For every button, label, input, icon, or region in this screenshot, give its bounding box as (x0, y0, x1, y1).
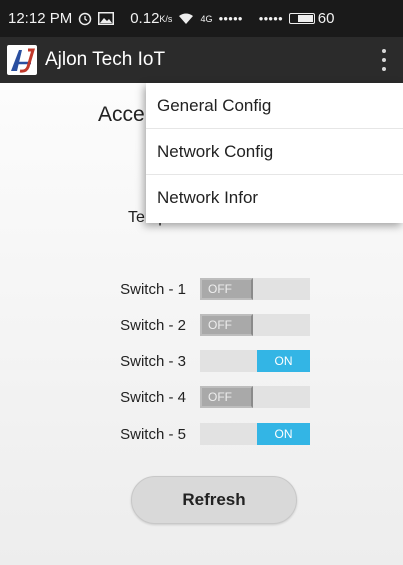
app-title: Ajlon Tech IoT (45, 49, 166, 70)
network-type: 4G (200, 13, 213, 24)
app-bar: Ajlon Tech IoT (0, 37, 403, 83)
switch-row-2: Switch - 2 OFF (100, 313, 320, 337)
more-vert-icon[interactable] (381, 49, 387, 71)
switch-3-toggle[interactable]: ON (200, 350, 310, 372)
switch-state: OFF (200, 386, 253, 408)
switch-row-5: Switch - 5 ON (100, 422, 320, 446)
page-heading: Acce (98, 103, 145, 126)
overflow-menu: General Config Network Config Network In… (146, 83, 403, 223)
switch-state: OFF (200, 278, 253, 300)
switch-1-toggle[interactable]: OFF (200, 278, 310, 300)
switch-4-toggle[interactable]: OFF (200, 386, 310, 408)
data-rate: 0.12 (130, 10, 160, 27)
menu-item-general-config[interactable]: General Config (146, 83, 403, 129)
switch-label: Switch - 4 (120, 388, 186, 406)
refresh-button[interactable]: Refresh (131, 476, 297, 524)
data-rate-unit: K/s (159, 13, 173, 24)
switch-row-3: Switch - 3 ON (100, 349, 320, 373)
switch-label: Switch - 1 (120, 280, 186, 298)
app-logo (7, 45, 37, 75)
signal-strength-icon: ●●●●● (218, 14, 243, 23)
status-bar: 12:12 PM 0.12 K/s 4G ●●●●● ●●●●● 60 (0, 0, 403, 37)
status-time: 12:12 PM (8, 10, 73, 27)
switch-state: ON (257, 423, 310, 445)
switch-state: OFF (200, 314, 253, 336)
menu-item-network-info[interactable]: Network Infor (146, 175, 403, 221)
battery-level: 60 (317, 10, 335, 27)
switch-2-toggle[interactable]: OFF (200, 314, 310, 336)
menu-item-network-config[interactable]: Network Config (146, 129, 403, 175)
image-icon (98, 12, 115, 25)
switch-label: Switch - 5 (120, 425, 186, 443)
signal-strength-2-icon: ●●●●● (258, 14, 283, 23)
switch-label: Switch - 2 (120, 316, 186, 334)
alarm-icon (78, 12, 92, 26)
battery-icon (288, 13, 315, 24)
switch-5-toggle[interactable]: ON (200, 423, 310, 445)
switch-label: Switch - 3 (120, 352, 186, 370)
switch-row-1: Switch - 1 OFF (100, 277, 320, 301)
switch-state: ON (257, 350, 310, 372)
switch-row-4: Switch - 4 OFF (100, 385, 320, 409)
wifi-icon (178, 12, 194, 25)
